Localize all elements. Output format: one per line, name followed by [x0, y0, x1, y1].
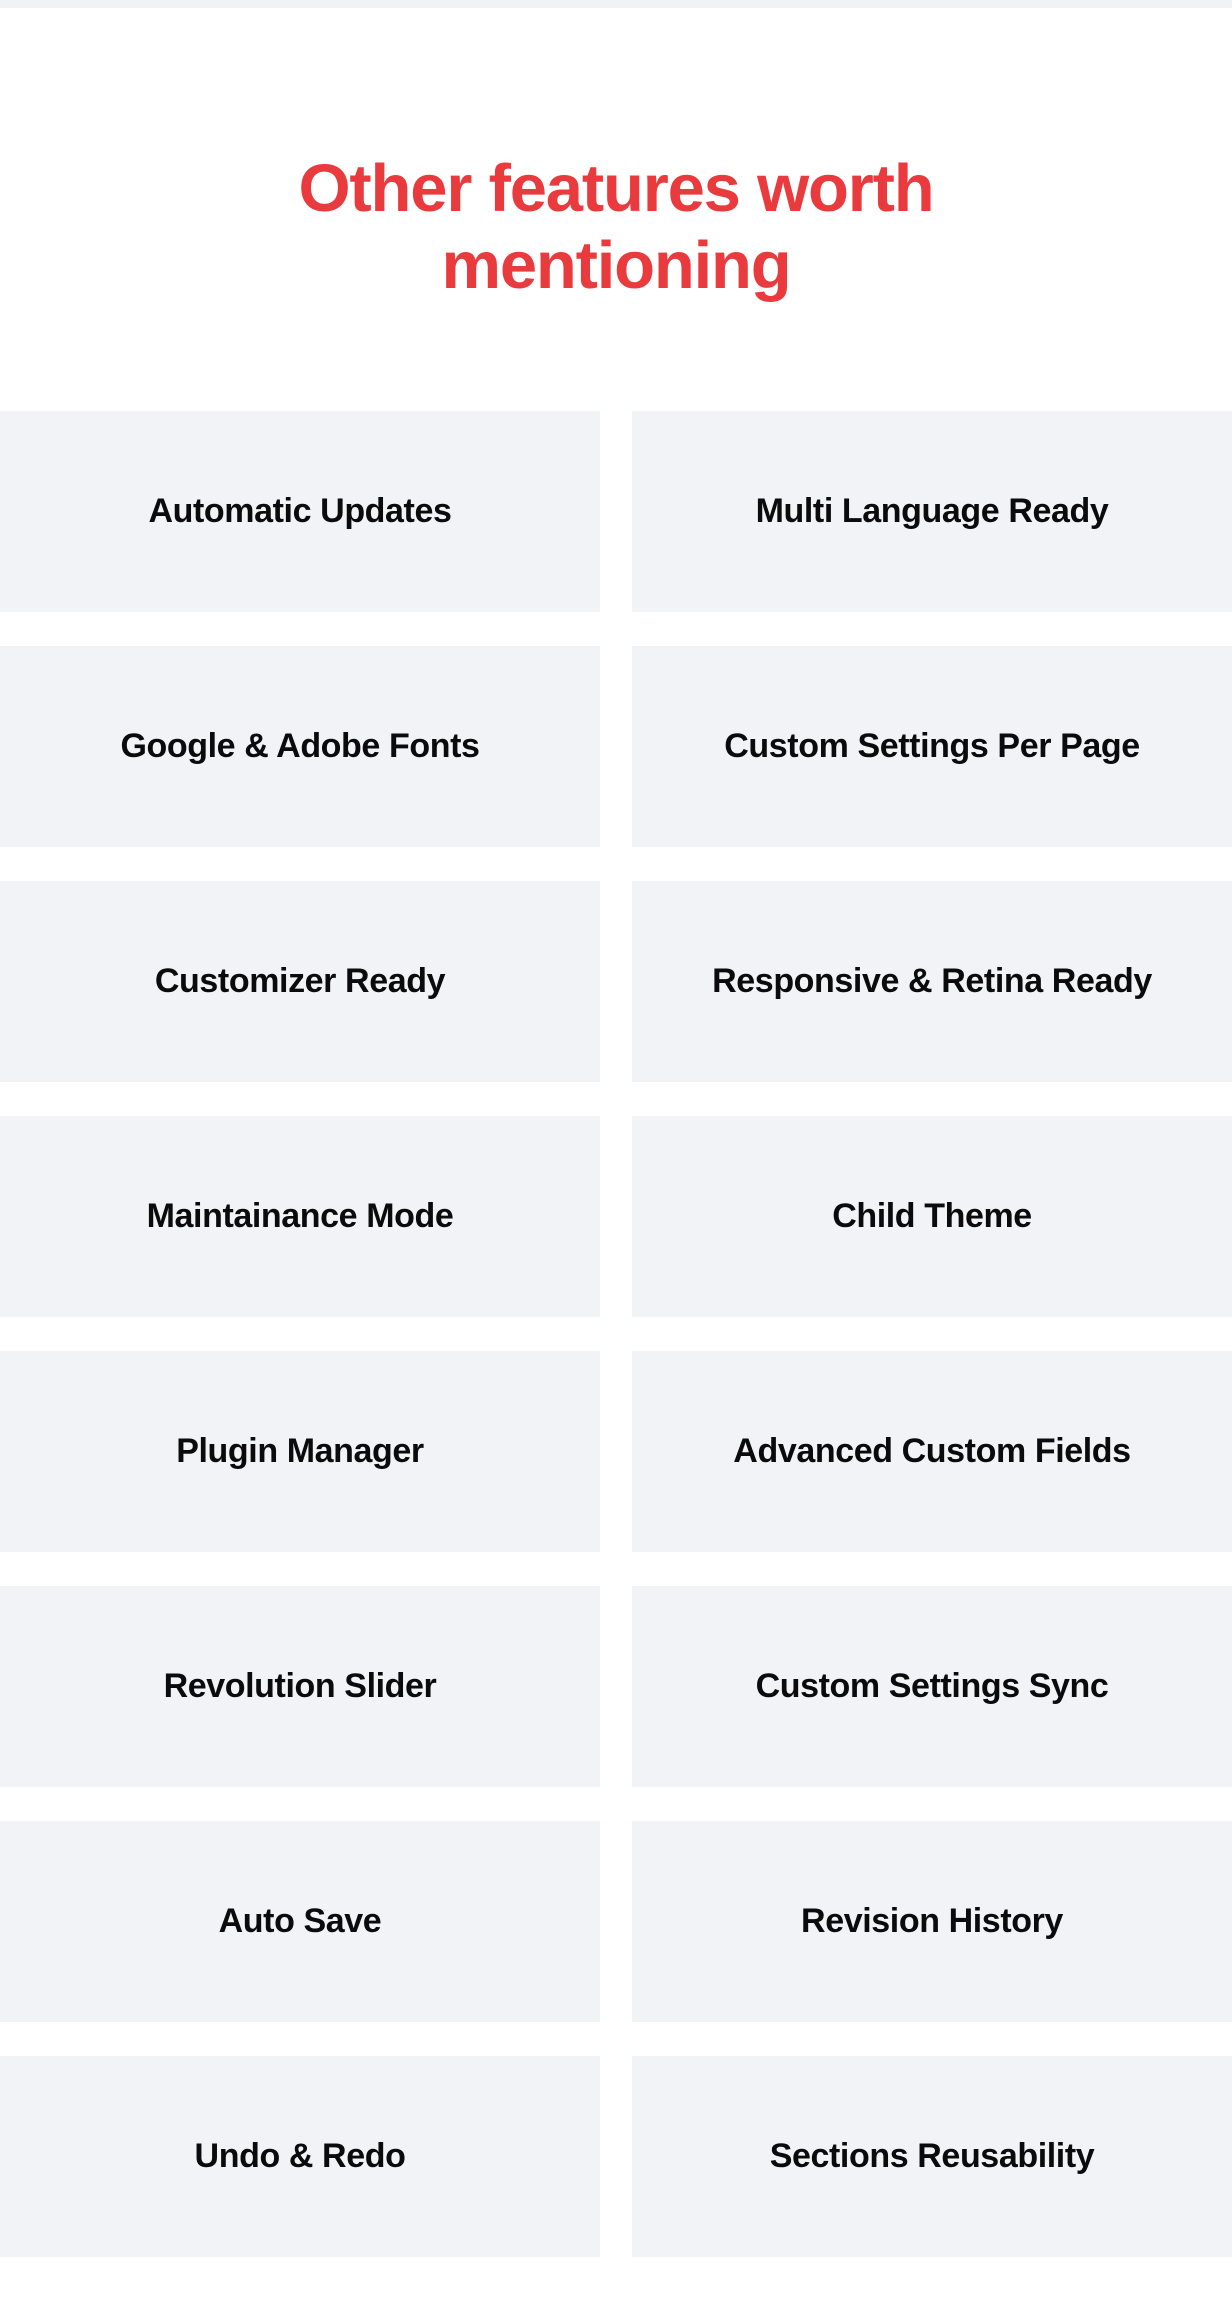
feature-card-label: Custom Settings Sync [755, 1667, 1109, 1706]
feature-card-label: Undo & Redo [194, 2137, 406, 2176]
features-page: Other features worth mentioning Automati… [0, 0, 1232, 2307]
feature-card-label: Child Theme [832, 1197, 1032, 1236]
feature-card-responsive-retina-ready[interactable]: Responsive & Retina Ready [632, 881, 1232, 1082]
features-grid: Automatic Updates Multi Language Ready G… [0, 411, 1232, 2257]
feature-card-customizer-ready[interactable]: Customizer Ready [0, 881, 600, 1082]
feature-card-maintainance-mode[interactable]: Maintainance Mode [0, 1116, 600, 1317]
feature-card-custom-settings-per-page[interactable]: Custom Settings Per Page [632, 646, 1232, 847]
feature-card-label: Automatic Updates [148, 492, 452, 531]
feature-card-label: Plugin Manager [176, 1432, 424, 1471]
feature-card-child-theme[interactable]: Child Theme [632, 1116, 1232, 1317]
feature-card-label: Auto Save [218, 1902, 382, 1941]
feature-card-label: Revision History [801, 1902, 1063, 1941]
feature-card-label: Google & Adobe Fonts [120, 727, 480, 766]
feature-card-label: Revolution Slider [163, 1667, 437, 1706]
feature-card-label: Customizer Ready [154, 962, 446, 1001]
page-title: Other features worth mentioning [298, 151, 935, 304]
feature-card-label: Responsive & Retina Ready [712, 962, 1152, 1001]
feature-card-advanced-custom-fields[interactable]: Advanced Custom Fields [632, 1351, 1232, 1552]
feature-card-multi-language-ready[interactable]: Multi Language Ready [632, 411, 1232, 612]
feature-card-sections-reusability[interactable]: Sections Reusability [632, 2056, 1232, 2257]
feature-card-revolution-slider[interactable]: Revolution Slider [0, 1586, 600, 1787]
feature-card-label: Custom Settings Per Page [724, 727, 1140, 766]
feature-card-label: Advanced Custom Fields [733, 1432, 1131, 1471]
feature-card-automatic-updates[interactable]: Automatic Updates [0, 411, 600, 612]
feature-card-undo-redo[interactable]: Undo & Redo [0, 2056, 600, 2257]
feature-card-label: Multi Language Ready [755, 492, 1109, 531]
top-edge-strip [0, 0, 1232, 8]
feature-card-google-adobe-fonts[interactable]: Google & Adobe Fonts [0, 646, 600, 847]
feature-card-auto-save[interactable]: Auto Save [0, 1821, 600, 2022]
feature-card-label: Sections Reusability [769, 2137, 1095, 2176]
feature-card-label: Maintainance Mode [146, 1197, 454, 1236]
feature-card-custom-settings-sync[interactable]: Custom Settings Sync [632, 1586, 1232, 1787]
feature-card-plugin-manager[interactable]: Plugin Manager [0, 1351, 600, 1552]
feature-card-revision-history[interactable]: Revision History [632, 1821, 1232, 2022]
